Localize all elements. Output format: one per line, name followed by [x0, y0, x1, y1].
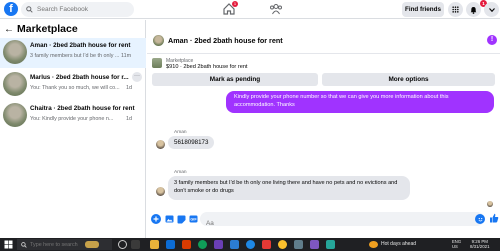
- conversation-time: 1d: [126, 85, 132, 91]
- listing-thumbnail: [3, 40, 27, 64]
- outgoing-message: Kindly provide your phone number so that…: [226, 91, 494, 113]
- add-icon[interactable]: [151, 214, 161, 224]
- search-facebook[interactable]: [21, 2, 134, 17]
- listing-image[interactable]: [152, 58, 162, 68]
- sender-name: Aman: [174, 130, 187, 135]
- gif-icon[interactable]: GIF: [188, 214, 198, 224]
- sticker-icon[interactable]: [176, 214, 186, 224]
- read-receipt-avatar: [487, 201, 493, 207]
- conversation-time: 1d: [126, 116, 132, 122]
- conversation-item[interactable]: Aman · 2bed 2bath house for rent 3 famil…: [0, 38, 146, 68]
- browser-icon[interactable]: [198, 240, 207, 249]
- conversation-item[interactable]: Marlus · 2bed 2bath house for r... You: …: [0, 70, 146, 100]
- more-options-button[interactable]: More options: [322, 73, 495, 86]
- emoji-icon[interactable]: [475, 214, 485, 224]
- windows-start-icon[interactable]: [3, 239, 14, 250]
- listing-price-title[interactable]: $910 · 2bed 2bath house for rent: [166, 64, 247, 70]
- conversation-preview: You: Kindly provide your phone n...: [30, 116, 114, 122]
- app-icon[interactable]: [310, 240, 319, 249]
- settings-icon[interactable]: [294, 240, 303, 249]
- like-thumbs-up-icon[interactable]: [489, 213, 499, 223]
- bell-icon: [470, 6, 477, 14]
- avatar[interactable]: [156, 187, 165, 196]
- word-icon[interactable]: [230, 240, 239, 249]
- message-input-field[interactable]: [200, 212, 484, 231]
- conversation-title: Aman · 2bed 2bath house for rent: [30, 42, 131, 49]
- search-icon: [26, 6, 33, 13]
- conversation-title: Marlus · 2bed 2bath house for r...: [30, 74, 129, 81]
- folder-icon[interactable]: [150, 240, 159, 249]
- clock-date: 8/31/2021: [470, 244, 490, 249]
- avatar[interactable]: [156, 140, 165, 149]
- grid-icon: [452, 6, 459, 13]
- facebook-logo[interactable]: f: [4, 2, 18, 16]
- chrome-icon[interactable]: [278, 240, 287, 249]
- conversation-preview: 3 family members but I'd be th only ...: [30, 53, 120, 59]
- message-input[interactable]: [200, 216, 484, 231]
- search-input[interactable]: [37, 6, 127, 13]
- groups-icon[interactable]: [269, 3, 283, 15]
- chat-title[interactable]: Aman · 2bed 2bath house for rent: [168, 36, 283, 45]
- menu-grid-button[interactable]: [448, 2, 463, 17]
- info-icon[interactable]: !: [487, 35, 497, 45]
- app-icon[interactable]: [326, 240, 335, 249]
- edge-icon[interactable]: [246, 240, 255, 249]
- store-icon[interactable]: [166, 240, 175, 249]
- conversation-item[interactable]: Chaitra · 2bed 2bath house for rent You:…: [0, 101, 146, 131]
- conversation-preview: You: Thank you so much, we will co...: [30, 85, 120, 91]
- weather-text[interactable]: Hot days ahead: [381, 241, 416, 247]
- sidebar-title: Marketplace: [17, 23, 78, 35]
- language-indicator[interactable]: ENG US: [452, 239, 461, 249]
- task-view-icon[interactable]: [118, 240, 127, 249]
- svg-text:GIF: GIF: [190, 218, 197, 222]
- office-icon[interactable]: [182, 240, 191, 249]
- home-notification-badge: 1: [232, 1, 238, 7]
- file-explorer-icon[interactable]: [131, 240, 140, 249]
- conversation-time: 11m: [121, 53, 132, 59]
- weather-icon: [369, 241, 378, 248]
- clock[interactable]: 9:26 PM 8/31/2021: [470, 239, 490, 249]
- back-arrow-icon[interactable]: ←: [4, 24, 14, 35]
- region-code: US: [452, 243, 458, 249]
- find-friends-button[interactable]: Find friends: [402, 2, 444, 17]
- notifications-button[interactable]: [466, 2, 481, 17]
- listing-thumbnail: [3, 72, 27, 96]
- image-icon[interactable]: [164, 214, 174, 224]
- search-icon: [21, 241, 27, 248]
- avatar[interactable]: [153, 35, 164, 46]
- sender-name: Aman: [174, 170, 187, 175]
- lion-icon: [85, 241, 99, 248]
- incoming-message: 3 family members but I'd be th only one …: [168, 176, 410, 200]
- more-options-icon[interactable]: ···: [132, 72, 142, 82]
- account-button[interactable]: [484, 2, 499, 17]
- chevron-down-icon: [488, 7, 495, 12]
- incoming-message: 5618098173: [168, 136, 214, 149]
- app-icon[interactable]: [214, 240, 223, 249]
- app-icon[interactable]: [262, 240, 271, 249]
- conversation-title: Chaitra · 2bed 2bath house for rent: [30, 105, 135, 112]
- mark-as-pending-button[interactable]: Mark as pending: [152, 73, 318, 86]
- listing-thumbnail: [3, 103, 27, 127]
